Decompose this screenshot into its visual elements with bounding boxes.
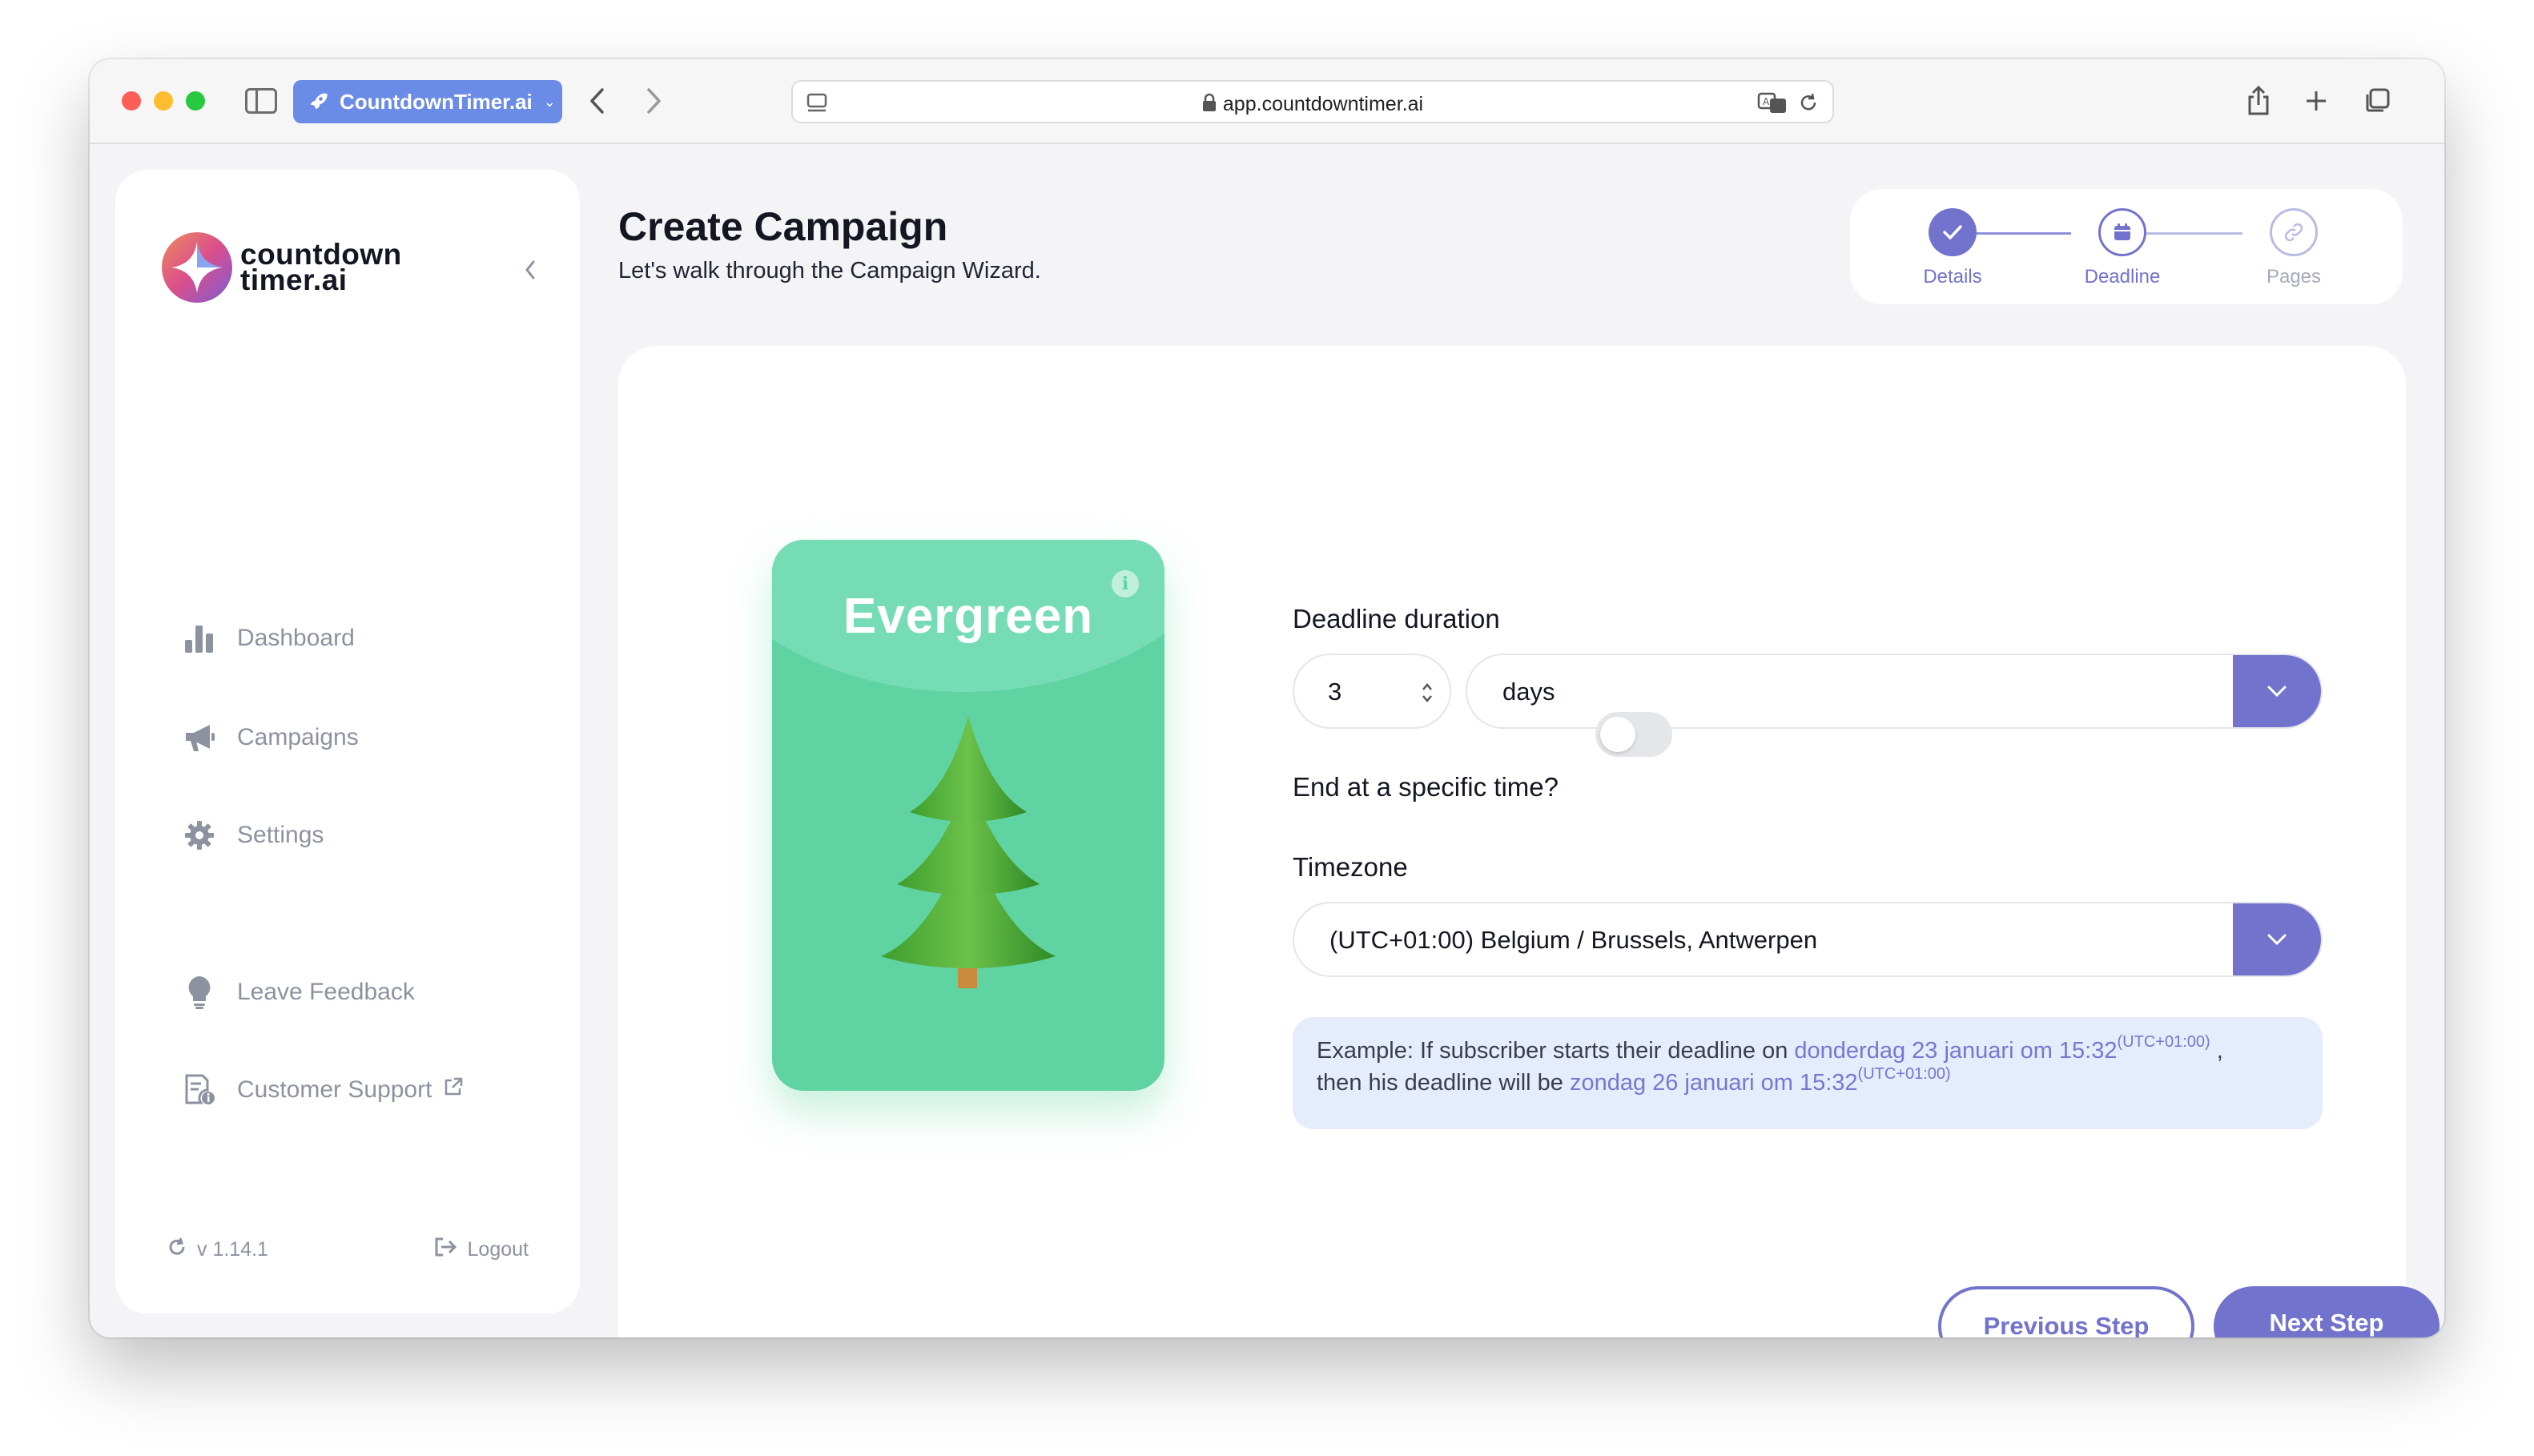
app-sidebar: countdown timer.ai Dashboard Campaigns S… — [115, 170, 580, 1313]
sidebar-item-customer-support[interactable]: Customer Support — [183, 1073, 464, 1107]
step-label: Pages — [2266, 266, 2322, 288]
megaphone-icon — [183, 721, 216, 754]
rocket-icon — [304, 88, 332, 115]
close-window-button[interactable] — [122, 91, 141, 111]
sidebar-item-leave-feedback[interactable]: Leave Feedback — [183, 975, 415, 1009]
step-label: Deadline — [2084, 266, 2161, 288]
calendar-icon — [2114, 223, 2130, 240]
logout-icon — [434, 1237, 458, 1263]
bar-chart-icon — [183, 621, 216, 655]
example-end-date: zondag 26 januari om 15:32 — [1569, 1070, 1858, 1096]
collapse-sidebar-icon[interactable] — [524, 259, 537, 284]
step-details[interactable]: Details — [1905, 208, 2001, 288]
end-specific-time-toggle[interactable] — [1595, 712, 1672, 757]
logout-label: Logout — [467, 1238, 529, 1261]
sidebar-toggle-icon[interactable] — [245, 88, 277, 114]
timezone-value: (UTC+01:00) Belgium / Brussels, Antwerpe… — [1329, 926, 1818, 954]
sidebar-item-label: Dashboard — [237, 625, 355, 651]
version-info: v 1.14.1 — [167, 1237, 268, 1263]
back-button[interactable] — [581, 83, 613, 119]
address-bar[interactable]: app.countdowntimer.ai A — [791, 80, 1834, 123]
external-link-icon — [443, 1076, 464, 1104]
duration-unit-select[interactable]: days — [1466, 654, 2323, 729]
step-pages[interactable]: Pages — [2246, 208, 2342, 288]
chevron-down-icon[interactable] — [2233, 655, 2321, 727]
sidebar-item-settings[interactable]: Settings — [183, 818, 324, 852]
browser-window: CountdownTimer.ai ⌄ app.countdowntimer.a… — [90, 59, 2444, 1337]
lightbulb-icon — [183, 975, 216, 1009]
support-document-icon — [183, 1073, 216, 1107]
example-separator: , — [2210, 1038, 2223, 1064]
christmas-tree-icon — [881, 716, 1056, 988]
app-logo[interactable]: countdown timer.ai — [160, 231, 402, 304]
version-text: v 1.14.1 — [197, 1238, 268, 1261]
logo-text-line2: timer.ai — [240, 263, 348, 296]
deadline-example-box: Example: If subscriber starts their dead… — [1293, 1017, 2323, 1129]
lock-icon — [1202, 93, 1217, 118]
example-start-timezone: (UTC+01:00) — [2117, 1033, 2210, 1051]
example-end-timezone: (UTC+01:00) — [1857, 1065, 1951, 1083]
step-deadline[interactable]: Deadline — [2074, 208, 2170, 288]
end-specific-time-label: End at a specific time? — [1293, 772, 1559, 802]
new-tab-icon[interactable] — [2299, 83, 2334, 119]
example-start-date: donderdag 23 januari om 15:32 — [1794, 1038, 2118, 1064]
tab-group-button[interactable]: CountdownTimer.ai ⌄ — [293, 80, 562, 123]
sidebar-item-label: Customer Support — [237, 1076, 432, 1103]
example-prefix: Example: If subscriber starts their dead… — [1317, 1038, 1795, 1064]
duration-value: 3 — [1328, 678, 1342, 706]
svg-text:A: A — [1763, 96, 1770, 107]
tab-group-label: CountdownTimer.ai — [340, 89, 533, 114]
page-subtitle: Let's walk through the Campaign Wizard. — [618, 258, 1041, 284]
logo-mark-icon — [162, 232, 232, 303]
browser-toolbar: CountdownTimer.ai ⌄ app.countdowntimer.a… — [90, 59, 2444, 144]
tab-overview-icon[interactable] — [2359, 83, 2395, 119]
chevron-down-icon: ⌄ — [543, 93, 556, 110]
share-icon[interactable] — [2241, 83, 2276, 119]
minimize-window-button[interactable] — [154, 91, 173, 111]
duration-unit-value: days — [1502, 678, 1555, 706]
wizard-stepper: Details Deadline Pages — [1850, 189, 2403, 304]
zoom-window-button[interactable] — [186, 91, 205, 111]
sidebar-item-label: Settings — [237, 822, 324, 848]
sidebar-item-campaigns[interactable]: Campaigns — [183, 721, 359, 754]
sidebar-item-dashboard[interactable]: Dashboard — [183, 621, 355, 655]
previous-step-button[interactable]: Previous Step — [1938, 1286, 2194, 1337]
url-text: app.countdowntimer.ai — [1222, 93, 1424, 115]
next-step-button[interactable]: Next Step — [2214, 1286, 2439, 1337]
timezone-select[interactable]: (UTC+01:00) Belgium / Brussels, Antwerpe… — [1293, 902, 2323, 977]
chevron-down-icon[interactable] — [2233, 903, 2321, 975]
page-title: Create Campaign — [618, 204, 948, 249]
step-label: Details — [1923, 266, 1982, 288]
translate-icon[interactable]: A — [1757, 91, 1788, 119]
example-line2-prefix: then his deadline will be — [1317, 1070, 1570, 1096]
campaign-type-title: Evergreen — [843, 589, 1094, 644]
refresh-icon — [167, 1237, 187, 1263]
stepper-arrows-icon[interactable] — [1421, 681, 1434, 709]
deadline-duration-label: Deadline duration — [1293, 604, 1500, 633]
duration-number-input[interactable]: 3 — [1293, 654, 1451, 729]
gear-icon — [183, 818, 216, 852]
checkmark-icon — [1943, 225, 1962, 239]
timezone-label: Timezone — [1293, 852, 1408, 882]
logout-link[interactable]: Logout — [434, 1237, 529, 1263]
campaign-type-card[interactable]: Evergreen i — [772, 540, 1164, 1091]
sidebar-item-label: Campaigns — [237, 724, 359, 750]
link-icon — [2284, 223, 2303, 242]
info-icon[interactable]: i — [1112, 570, 1139, 597]
forward-button[interactable] — [638, 83, 670, 119]
reload-icon[interactable] — [1797, 91, 1820, 118]
sidebar-item-label: Leave Feedback — [237, 979, 415, 1005]
